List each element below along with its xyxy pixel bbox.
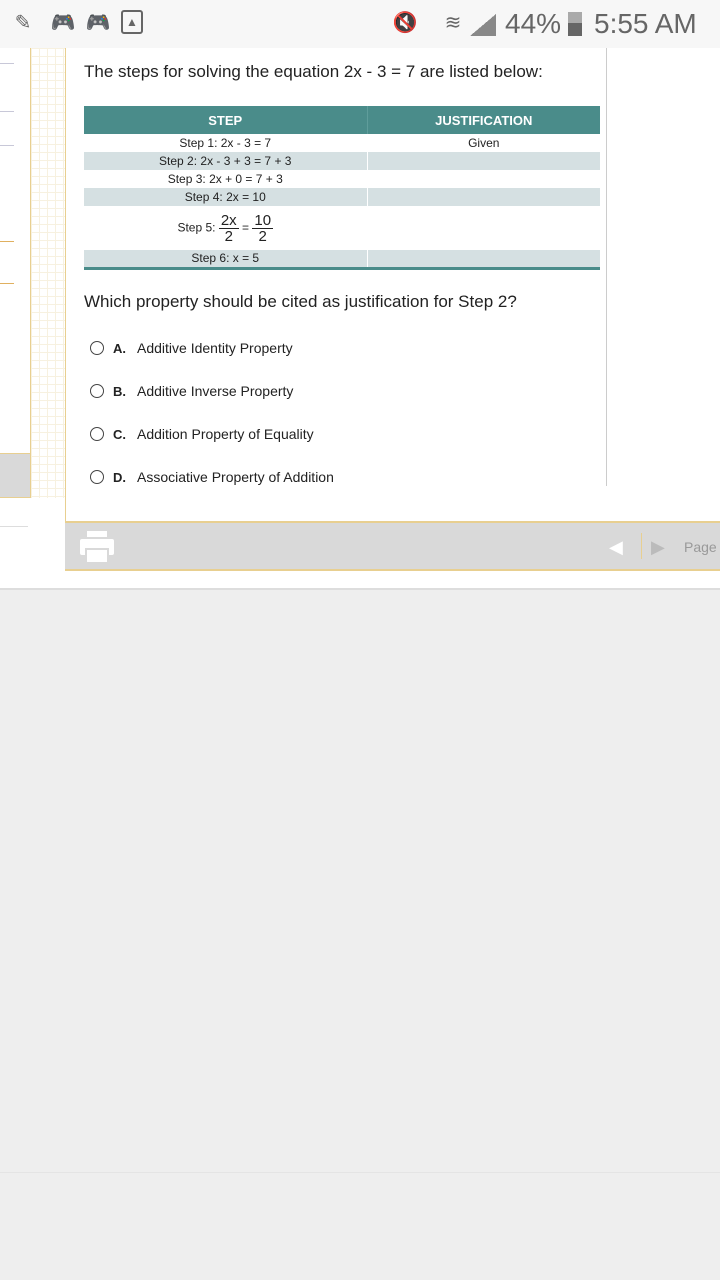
table-header-row: STEP JUSTIFICATION [84,106,600,134]
signal-icon [470,14,496,36]
fraction-lhs: 2x 2 [218,211,239,245]
step-label: Step 5: [177,220,216,235]
justification-cell: Given [468,136,500,150]
justification-cell [367,170,600,188]
fraction-rhs: 10 2 [252,211,274,245]
page-label: Page [684,539,717,555]
radio-button[interactable] [90,384,104,398]
next-arrow-icon[interactable]: ▶ [651,537,665,558]
radio-button[interactable] [90,470,104,484]
status-bar: ✎ 🎮 🎮 ▲ 🔇 ≋ 44% 5:55 AM [0,0,720,48]
clock: 5:55 AM [594,8,697,39]
wifi-icon: ≋ [444,12,462,34]
panel-divider [606,48,607,486]
step-cell: Step 6: x = 5 [84,250,368,268]
justification-cell [367,152,600,170]
option-b[interactable]: B. Additive Inverse Property [90,381,293,401]
step-cell: Step 2: 2x - 3 + 3 = 7 + 3 [84,152,368,170]
option-c[interactable]: C. Addition Property of Equality [90,424,314,444]
option-text: Addition Property of Equality [137,426,314,442]
nav-separator [641,533,642,559]
option-text: Additive Inverse Property [137,383,294,399]
header-justification: JUSTIFICATION [367,106,600,134]
game-controller-chat-icon: 🎮 [85,12,111,34]
question-intro: The steps for solving the equation 2x - … [84,62,543,81]
equals: = [242,220,250,235]
justification-cell [367,188,600,206]
previous-arrow-icon[interactable]: ◀ [609,537,623,558]
option-letter: D. [113,469,126,485]
panel-border [65,48,66,571]
header-step: STEP [84,106,368,134]
grid-column [30,48,65,498]
paint-brush-icon: ✎ [14,12,32,34]
sidebar-divider [0,63,14,64]
radio-button[interactable] [90,341,104,355]
step-cell: Step 1: 2x - 3 = 7 [84,134,368,152]
step-cell: Step 4: 2x = 10 [84,188,368,206]
numerator: 10 [252,211,274,229]
option-a[interactable]: A. Additive Identity Property [90,338,293,358]
sidebar-divider [0,241,14,242]
question-prompt: Which property should be cited as justif… [84,292,517,311]
option-letter: C. [113,426,126,442]
image-icon: ▲ [121,10,143,34]
steps-table: STEP JUSTIFICATION Step 1: 2x - 3 = 7 Giv… [84,106,600,270]
table-row: Step 3: 2x + 0 = 7 + 3 [84,170,600,188]
denominator: 2 [258,227,267,245]
battery-icon [568,12,582,36]
table-row: Step 6: x = 5 [84,250,600,268]
sidebar-divider [0,526,28,527]
option-letter: B. [113,383,126,399]
option-d[interactable]: D. Associative Property of Addition [90,467,334,487]
divider [0,1172,720,1173]
sidebar-divider [0,111,14,112]
footer-toolbar: ◀ ▶ Page [65,521,720,571]
vibrate-mute-icon: 🔇 [392,12,418,34]
table-row: Step 1: 2x - 3 = 7 Given [84,134,600,152]
print-icon[interactable] [79,531,115,563]
game-controller-chat-icon: 🎮 [50,12,76,34]
option-text: Additive Identity Property [137,340,293,356]
option-letter: A. [113,340,126,356]
denominator: 2 [224,227,233,245]
step-cell: Step 3: 2x + 0 = 7 + 3 [84,170,368,188]
table-row: Step 2: 2x - 3 + 3 = 7 + 3 [84,152,600,170]
justification-cell [367,250,600,268]
radio-button[interactable] [90,427,104,441]
sidebar-divider [0,283,14,284]
option-text: Associative Property of Addition [137,469,334,485]
numerator: 2x [218,211,239,229]
table-row: Step 4: 2x = 10 [84,188,600,206]
table-row: Step 5: 2x 2 = 10 2 [84,206,600,250]
justification-cell [367,206,600,250]
step-cell: Step 5: 2x 2 = 10 2 [84,206,368,250]
sidebar-divider [0,145,14,146]
battery-percent: 44% [505,8,562,39]
sidebar-tab[interactable] [0,453,31,498]
